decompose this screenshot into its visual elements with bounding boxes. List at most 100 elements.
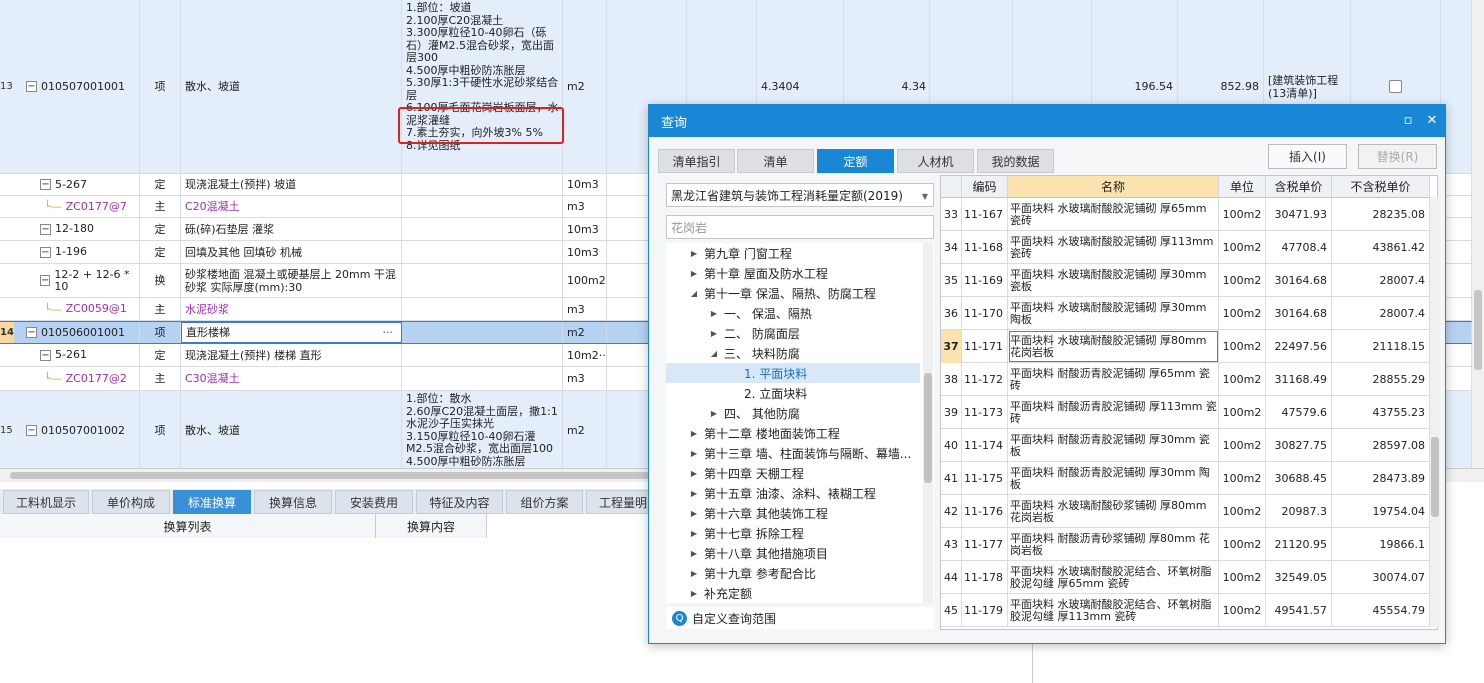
expand-icon[interactable]: ▶ [688, 509, 700, 518]
more-icon[interactable]: ··· [383, 326, 394, 339]
collapse-icon[interactable]: − [26, 425, 37, 436]
grid-row[interactable]: 43 11-177 平面块料 耐酸沥青砂浆铺砌 厚80mm 花岗岩板 100m2 211… [941, 528, 1437, 561]
tree-node[interactable]: ▶ 二、 防腐面层 [666, 323, 920, 343]
name-cell[interactable]: 现浇混凝土(预拌) 楼梯 直形 [181, 344, 402, 366]
expand-open-icon[interactable]: ◢ [708, 349, 720, 358]
expand-icon[interactable]: ▶ [688, 429, 700, 438]
tree-node[interactable]: ▶ 第十八章 其他措施项目 [666, 543, 920, 563]
name-cell[interactable]: 砾(碎)石垫层 灌浆 [181, 218, 402, 240]
collapse-icon[interactable]: − [40, 223, 51, 235]
grid-row[interactable]: 36 11-170 平面块料 水玻璃耐酸胶泥铺砌 厚30mm 陶板 100m2 3016… [941, 297, 1437, 330]
collapse-icon[interactable]: − [40, 246, 51, 258]
expand-open-icon[interactable]: ◢ [688, 289, 700, 298]
expand-icon[interactable]: ▶ [688, 449, 700, 458]
name-cell[interactable]: C30混凝土 [181, 367, 402, 390]
search-input[interactable]: 花岗岩 [666, 215, 934, 239]
grid-row[interactable]: 44 11-178 平面块料 水玻璃耐酸胶泥结合、环氧树脂胶泥勾缝 厚65mm 瓷砖… [941, 561, 1437, 594]
bottom-tab[interactable]: 换算信息 [254, 490, 332, 514]
tree-scrollbar[interactable] [923, 243, 933, 603]
name-cell[interactable]: 散水、坡道 [181, 391, 402, 468]
main-vertical-scrollbar[interactable] [1472, 0, 1484, 468]
tab-labor-material[interactable]: 人材机 [897, 149, 974, 173]
expand-icon[interactable]: ▶ [688, 569, 700, 578]
tree-node[interactable]: ▶ 补充定额 [666, 583, 920, 603]
code-cell[interactable]: −12-2 + 12-6 * 10 [22, 264, 140, 297]
expand-icon[interactable]: ▶ [688, 549, 700, 558]
code-cell[interactable]: └— ZC0177@7 [22, 196, 140, 217]
expand-icon[interactable]: ▶ [688, 529, 700, 538]
code-cell[interactable]: └— ZC0059@1 [22, 298, 140, 320]
grid-row[interactable]: 34 11-168 平面块料 水玻璃耐酸胶泥铺砌 厚113mm 瓷砖 100m2 477… [941, 231, 1437, 264]
tree-node[interactable]: 2. 立面块料 [666, 383, 920, 403]
tree-node[interactable]: ◢ 第十一章 保温、隔热、防腐工程 [666, 283, 920, 303]
tree-node[interactable]: ▶ 第十五章 油漆、涂料、裱糊工程 [666, 483, 920, 503]
close-icon[interactable]: ✕ [1425, 114, 1439, 128]
expand-icon[interactable]: ▶ [688, 589, 700, 598]
tree-node[interactable]: ▶ 第十二章 楼地面装饰工程 [666, 423, 920, 443]
name-cell[interactable]: 回填及其他 回填砂 机械 [181, 241, 402, 263]
replace-button[interactable]: 替换(R) [1358, 144, 1437, 169]
code-cell[interactable]: −010507001001 [22, 0, 140, 173]
expand-icon[interactable]: ▶ [688, 249, 700, 258]
maximize-icon[interactable]: ▫ [1401, 114, 1415, 128]
code-cell[interactable]: −12-180 [22, 218, 140, 240]
code-cell[interactable]: −5-261 [22, 344, 140, 366]
collapse-icon[interactable]: − [40, 275, 51, 286]
tree-node[interactable]: ▶ 第十三章 墙、柱面装饰与隔断、幕墙... [666, 443, 920, 463]
collapse-icon[interactable]: − [26, 81, 37, 92]
expand-icon[interactable]: ▶ [688, 489, 700, 498]
tree-node[interactable]: ▶ 第十九章 参考配合比 [666, 563, 920, 583]
code-cell[interactable]: −1-196 [22, 241, 140, 263]
expand-icon[interactable]: ▶ [708, 409, 720, 418]
library-select[interactable]: 黑龙江省建筑与装饰工程消耗量定额(2019) ▼ [666, 183, 934, 207]
expand-icon[interactable]: ▶ [688, 469, 700, 478]
grid-row[interactable]: 42 11-176 平面块料 水玻璃耐酸砂浆铺砌 厚80mm 花岗岩板 100m2 20… [941, 495, 1437, 528]
tree-node[interactable]: ▶ 第十六章 其他装饰工程 [666, 503, 920, 523]
grid-row[interactable]: 37 11-171 平面块料 水玻璃耐酸胶泥铺砌 厚80mm 花岗岩板 100m2 22… [941, 330, 1437, 363]
code-cell[interactable]: −010507001002 [22, 391, 140, 468]
tree-node[interactable]: ▶ 第十七章 拆除工程 [666, 523, 920, 543]
tree-node[interactable]: ▶ 一、 保温、隔热 [666, 303, 920, 323]
insert-button[interactable]: 插入(I) [1268, 144, 1347, 169]
bottom-tab[interactable]: 标准换算 [173, 490, 251, 514]
grid-row[interactable]: 45 11-179 平面块料 水玻璃耐酸胶泥结合、环氧树脂胶泥勾缝 厚113mm 瓷… [941, 594, 1437, 627]
expand-icon[interactable]: ▶ [688, 269, 700, 278]
tree-node[interactable]: ◢ 三、 块料防腐 [666, 343, 920, 363]
name-cell[interactable]: C20混凝土 [181, 196, 402, 217]
grid-row[interactable]: 41 11-175 平面块料 耐酸沥青胶泥铺砌 厚30mm 陶板 100m2 30688… [941, 462, 1437, 495]
row-checkbox[interactable] [1389, 80, 1402, 93]
tree-node[interactable]: ▶ 四、 其他防腐 [666, 403, 920, 423]
grid-row[interactable]: 35 11-169 平面块料 水玻璃耐酸胶泥铺砌 厚30mm 瓷板 100m2 3016… [941, 264, 1437, 297]
name-cell[interactable]: 砂浆楼地面 混凝土或硬基层上 20mm 干混砂浆 实际厚度(mm):30 [181, 264, 402, 297]
collapse-icon[interactable]: − [40, 349, 51, 361]
bottom-tab[interactable]: 安装费用 [335, 490, 413, 514]
tab-bill-guide[interactable]: 清单指引 [658, 149, 735, 173]
collapse-icon[interactable]: − [26, 327, 37, 338]
tab-quota[interactable]: 定额 [817, 149, 894, 173]
bottom-tab[interactable]: 特征及内容 [416, 490, 503, 514]
bottom-tab[interactable]: 组价方案 [506, 490, 583, 514]
bottom-tab[interactable]: 工料机显示 [3, 490, 89, 514]
name-cell[interactable]: 现浇混凝土(预拌) 坡道 [181, 174, 402, 195]
grid-row[interactable]: 39 11-173 平面块料 耐酸沥青胶泥铺砌 厚113mm 瓷砖 100m2 4757… [941, 396, 1437, 429]
collapse-icon[interactable]: − [40, 179, 51, 190]
tab-bill[interactable]: 清单 [737, 149, 814, 173]
bottom-tab[interactable]: 单价构成 [92, 490, 170, 514]
grid-row[interactable]: 38 11-172 平面块料 耐酸沥青胶泥铺砌 厚65mm 瓷砖 100m2 31168… [941, 363, 1437, 396]
tree-node[interactable]: 1. 平面块料 [666, 363, 920, 383]
code-cell[interactable]: −5-267 [22, 174, 140, 195]
tree-node[interactable]: ▶ 第九章 门窗工程 [666, 243, 920, 263]
expand-icon[interactable]: ▶ [708, 309, 720, 318]
grid-row[interactable]: 40 11-174 平面块料 耐酸沥青胶泥铺砌 厚30mm 瓷板 100m2 30827… [941, 429, 1437, 462]
grid-scrollbar[interactable] [1430, 197, 1440, 627]
tree-node[interactable]: ▶ 第十四章 天棚工程 [666, 463, 920, 483]
tab-my-data[interactable]: 我的数据 [977, 149, 1054, 173]
name-cell[interactable]: 散水、坡道 [181, 0, 402, 173]
expand-icon[interactable]: ▶ [708, 329, 720, 338]
custom-range-link[interactable]: Q 自定义查询范围 [666, 607, 934, 629]
tree-node[interactable]: ▶ 第十章 屋面及防水工程 [666, 263, 920, 283]
code-cell[interactable]: −010506001001 [22, 322, 140, 343]
name-cell[interactable]: 水泥砂浆 [181, 298, 402, 320]
code-cell[interactable]: └— ZC0177@2 [22, 367, 140, 390]
grid-row[interactable]: 33 11-167 平面块料 水玻璃耐酸胶泥铺砌 厚65mm 瓷砖 100m2 3047… [941, 198, 1437, 231]
